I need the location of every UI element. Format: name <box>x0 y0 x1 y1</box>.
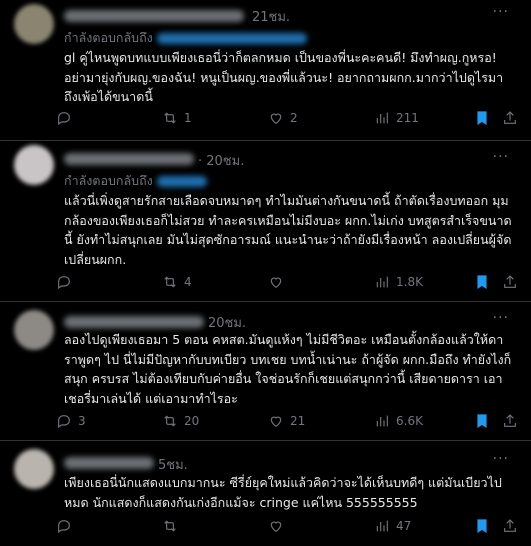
reply-button[interactable] <box>56 518 78 534</box>
more-horizontal-icon[interactable]: ··· <box>493 4 509 20</box>
reply-button[interactable] <box>56 110 78 126</box>
heart-icon <box>270 521 282 533</box>
tweet-text: แล้วนี่เพิ่งดูสายรักสายเลือดจบหมาดๆ ทำไม… <box>64 193 512 267</box>
like-button[interactable]: 21 <box>268 413 305 429</box>
share-icon <box>504 111 516 124</box>
repost-icon <box>164 112 176 124</box>
reply-context: กำลังตอบกลับถึง <box>64 171 207 191</box>
view-count: 211 <box>396 111 419 125</box>
view-count: 47 <box>396 519 412 533</box>
heart-icon <box>270 113 282 125</box>
tweet-actions: 3 20 21 6.6K <box>56 413 516 435</box>
share-icon <box>504 414 516 427</box>
repost-button[interactable] <box>162 518 184 534</box>
share-button[interactable] <box>502 110 518 126</box>
timestamp[interactable]: · 20ชม. <box>198 150 244 171</box>
tweet[interactable]: 5ชม. ··· เพียงเธอนี่นักแสดงแบกมากนะ ซีรี… <box>0 441 531 546</box>
analytics-icon <box>376 520 388 532</box>
reply-button[interactable]: 3 <box>56 413 86 429</box>
like-button[interactable] <box>268 518 290 534</box>
repost-count: 4 <box>184 275 192 289</box>
tweet-text: ลองไปดูเพียงเธอมา 5 ตอน คหสต.มันดูแห้งๆ … <box>64 332 512 406</box>
bookmark-icon <box>477 275 487 290</box>
mention-link[interactable] <box>156 176 207 187</box>
share-button[interactable] <box>502 274 518 290</box>
reply-icon <box>58 415 70 429</box>
heart-icon <box>270 416 282 428</box>
avatar[interactable] <box>14 310 54 350</box>
tweet-actions: 47 <box>56 518 516 540</box>
reply-button[interactable] <box>56 274 78 290</box>
analytics-icon <box>376 276 388 288</box>
share-icon <box>504 275 516 288</box>
bookmark-icon <box>477 111 487 126</box>
tweet-text: เพียงเธอนี่นักแสดงแบกมากนะ ซีรี่ย์ยุคใหม… <box>64 475 502 510</box>
share-button[interactable] <box>502 413 518 429</box>
display-name[interactable] <box>64 457 154 469</box>
more-horizontal-icon[interactable]: ··· <box>493 451 509 467</box>
heart-icon <box>270 277 282 289</box>
views-button[interactable]: 211 <box>374 110 419 126</box>
reply-context: กำลังตอบกลับถึง <box>64 28 307 48</box>
avatar[interactable] <box>14 449 54 489</box>
bookmark-icon <box>477 414 487 429</box>
repost-button[interactable]: 4 <box>162 274 192 290</box>
reply-label: กำลังตอบกลับถึง <box>64 173 153 188</box>
view-count: 6.6K <box>396 414 423 428</box>
repost-button[interactable]: 1 <box>162 110 192 126</box>
views-button[interactable]: 6.6K <box>374 413 423 429</box>
share-button[interactable] <box>502 518 518 534</box>
bookmark-button[interactable] <box>474 110 490 126</box>
display-name[interactable] <box>64 316 204 328</box>
reply-icon <box>58 112 70 126</box>
repost-button[interactable]: 20 <box>162 413 199 429</box>
views-button[interactable]: 1.8K <box>374 274 423 290</box>
tweet[interactable]: 20ชม. ··· ลองไปดูเพียงเธอมา 5 ตอน คหสต.ม… <box>0 302 531 441</box>
repost-count: 20 <box>184 414 200 428</box>
share-icon <box>504 519 516 532</box>
bookmark-button[interactable] <box>474 413 490 429</box>
more-horizontal-icon[interactable]: ··· <box>493 149 509 165</box>
like-count: 21 <box>290 414 306 428</box>
like-button[interactable]: 2 <box>268 110 298 126</box>
repost-icon <box>164 520 176 532</box>
reply-icon <box>58 276 70 290</box>
tweet-actions: 1 2 211 <box>56 110 516 132</box>
tweet[interactable]: · 20ชม. ··· กำลังตอบกลับถึง แล้วนี่เพิ่ง… <box>0 141 531 302</box>
more-horizontal-icon[interactable]: ··· <box>493 310 509 326</box>
tweet-text: gl คู่ไหนพูดบทแบบเพียงเธอนี่ว่าก็ตลกหมด … <box>64 50 504 104</box>
bookmark-button[interactable] <box>474 518 490 534</box>
repost-icon <box>164 276 176 288</box>
display-name[interactable] <box>64 10 244 22</box>
avatar[interactable] <box>14 145 54 185</box>
tweet[interactable]: 21ชม. ··· กำลังตอบกลับถึง gl คู่ไหนพูดบท… <box>0 0 531 141</box>
timestamp[interactable]: 5ชม. <box>158 454 188 475</box>
view-count: 1.8K <box>396 275 423 289</box>
like-button[interactable] <box>268 274 290 290</box>
reply-icon <box>58 520 70 534</box>
analytics-icon <box>376 415 388 427</box>
repost-icon <box>164 415 176 427</box>
like-count: 2 <box>290 111 298 125</box>
avatar[interactable] <box>14 4 54 44</box>
views-button[interactable]: 47 <box>374 518 411 534</box>
repost-count: 1 <box>184 111 192 125</box>
bookmark-icon <box>477 519 487 534</box>
reply-label: กำลังตอบกลับถึง <box>64 30 153 45</box>
analytics-icon <box>376 112 388 124</box>
mention-link[interactable] <box>156 33 307 44</box>
timestamp[interactable]: 21ชม. <box>252 6 290 27</box>
bookmark-button[interactable] <box>474 274 490 290</box>
reply-count: 3 <box>78 414 86 428</box>
tweet-actions: 4 1.8K <box>56 274 516 296</box>
display-name[interactable] <box>64 153 194 165</box>
